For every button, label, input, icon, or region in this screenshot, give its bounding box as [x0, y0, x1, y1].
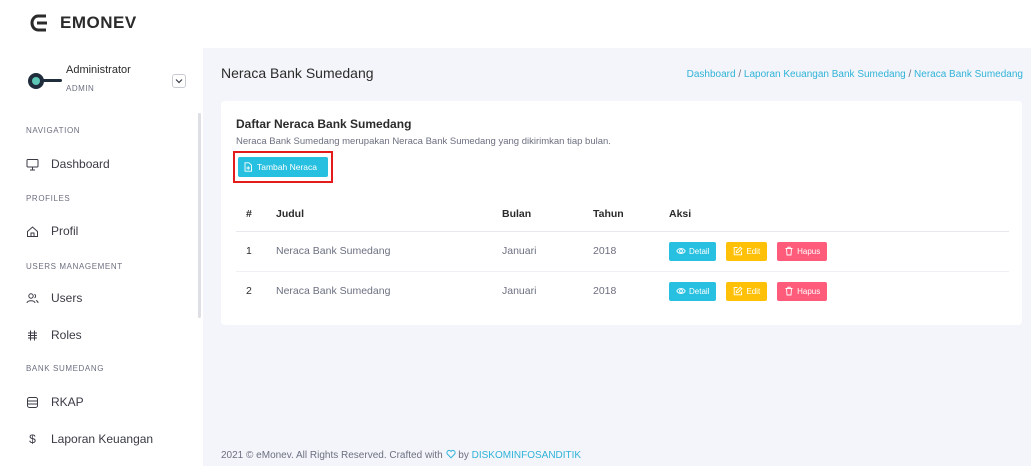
- sidebar-item-label: Roles: [51, 328, 82, 342]
- detail-button[interactable]: Detail: [669, 281, 717, 301]
- footer-by: by: [458, 450, 469, 461]
- heart-icon: [445, 449, 456, 462]
- cell-no: 1: [236, 231, 276, 272]
- cell-tahun: 2018: [593, 285, 617, 298]
- breadcrumb: Dashboard / Laporan Keuangan Bank Sumeda…: [687, 69, 1023, 80]
- detail-label: Detail: [689, 246, 710, 256]
- logo-text: EMONEV: [60, 13, 137, 32]
- user-role: ADMIN: [66, 84, 95, 93]
- user-name: Administrator: [66, 64, 131, 76]
- sidebar: Administrator ADMIN NAVIGATION Dashboard…: [0, 48, 203, 466]
- sidebar-item-users[interactable]: Users: [26, 287, 82, 309]
- dollar-icon: $: [29, 432, 36, 446]
- sidebar-item-label: Dashboard: [51, 157, 110, 171]
- top-bar: EMONEV: [0, 0, 1031, 48]
- users-icon: [26, 292, 39, 303]
- cell-tahun: 2018: [593, 231, 669, 272]
- tambah-neraca-button[interactable]: Tambah Neraca: [238, 157, 328, 177]
- trash-icon: [785, 287, 793, 296]
- sidebar-item-label: Laporan Keuangan: [51, 432, 154, 446]
- hapus-button[interactable]: Hapus: [777, 281, 828, 301]
- trash-icon: [785, 246, 793, 256]
- detail-button[interactable]: Detail: [669, 241, 717, 261]
- table-row: 1 Neraca Bank Sumedang Januari 2018 Deta…: [236, 231, 1009, 272]
- edit-button[interactable]: Edit: [726, 241, 768, 261]
- page-title: Neraca Bank Sumedang: [221, 65, 374, 81]
- eye-icon: [676, 288, 686, 295]
- home-icon: [27, 225, 38, 237]
- edit-button[interactable]: Edit: [726, 281, 768, 301]
- nav-heading-profiles: PROFILES: [26, 194, 71, 203]
- hapus-label: Hapus: [797, 246, 821, 256]
- nav-heading-navigation: NAVIGATION: [26, 126, 81, 135]
- nav-heading-bank-sumedang: BANK SUMEDANG: [26, 364, 105, 373]
- chevron-down-icon: [175, 79, 183, 84]
- nav-heading-users-management: USERS MANAGEMENT: [26, 262, 123, 271]
- breadcrumb-separator: /: [908, 69, 912, 80]
- neraca-card: Daftar Neraca Bank Sumedang Neraca Bank …: [221, 101, 1022, 325]
- hapus-label: Hapus: [797, 286, 821, 296]
- cell-aksi: Detail Edit Hapus: [669, 271, 1009, 311]
- table-header-row: # Judul Bulan Tahun Aksi: [236, 198, 1009, 232]
- breadcrumb-dashboard[interactable]: Dashboard: [687, 69, 736, 80]
- footer: 2021 © eMonev. All Rights Reserved. Craf…: [221, 449, 581, 462]
- column-header-aksi: Aksi: [669, 198, 1009, 232]
- tambah-neraca-label: Tambah Neraca: [257, 162, 318, 172]
- sidebar-item-laporan-keuangan[interactable]: $ Laporan Keuangan: [26, 428, 153, 450]
- hapus-button[interactable]: Hapus: [777, 241, 828, 261]
- breadcrumb-current: Neraca Bank Sumedang: [914, 69, 1023, 80]
- eye-icon: [676, 248, 686, 254]
- database-icon: [27, 396, 38, 408]
- footer-text: 2021 © eMonev. All Rights Reserved. Craf…: [221, 450, 443, 461]
- cell-bulan: Januari: [502, 285, 537, 298]
- column-header-judul: Judul: [276, 198, 502, 232]
- add-button-highlight: Tambah Neraca: [233, 151, 333, 183]
- monitor-icon: [26, 158, 39, 170]
- column-header-tahun: Tahun: [593, 198, 669, 232]
- card-title: Daftar Neraca Bank Sumedang: [236, 117, 412, 131]
- sidebar-item-label: Users: [51, 291, 83, 305]
- avatar-logo-tail: [40, 79, 62, 82]
- edit-icon: [734, 286, 743, 296]
- sidebar-item-label: RKAP: [51, 395, 84, 409]
- neraca-table: # Judul Bulan Tahun Aksi 1 Neraca Bank S…: [236, 198, 1009, 311]
- sidebar-item-label: Profil: [51, 224, 79, 238]
- user-panel[interactable]: Administrator ADMIN: [0, 48, 203, 106]
- sidebar-item-profil[interactable]: Profil: [26, 220, 78, 242]
- sidebar-item-roles[interactable]: Roles: [26, 324, 82, 346]
- grid-icon: [28, 330, 37, 340]
- sidebar-item-rkap[interactable]: RKAP: [26, 391, 84, 413]
- breadcrumb-separator: /: [738, 69, 742, 80]
- cell-no: 2: [246, 285, 252, 298]
- user-menu-toggle[interactable]: [172, 74, 186, 88]
- table-row: 2 Neraca Bank Sumedang Januari 2018 Deta…: [236, 271, 1009, 311]
- footer-credit-link[interactable]: DISKOMINFOSANDITIK: [472, 450, 581, 461]
- edit-label: Edit: [746, 286, 761, 296]
- breadcrumb-laporan-keuangan[interactable]: Laporan Keuangan Bank Sumedang: [744, 69, 906, 80]
- card-description: Neraca Bank Sumedang merupakan Neraca Ba…: [236, 136, 611, 147]
- app-logo[interactable]: EMONEV: [30, 12, 137, 34]
- file-plus-icon: [244, 162, 252, 172]
- cell-judul: Neraca Bank Sumedang: [276, 231, 502, 272]
- cell-aksi: Detail Edit Hapus: [669, 231, 1009, 272]
- detail-label: Detail: [689, 286, 710, 296]
- column-header-bulan: Bulan: [502, 198, 593, 232]
- sidebar-scrollbar[interactable]: [198, 113, 201, 318]
- cell-bulan: Januari: [502, 231, 593, 272]
- cell-judul: Neraca Bank Sumedang: [276, 285, 391, 298]
- logo-icon: [30, 14, 47, 32]
- edit-icon: [734, 246, 743, 256]
- sidebar-item-dashboard[interactable]: Dashboard: [26, 153, 110, 175]
- edit-label: Edit: [746, 246, 761, 256]
- column-header-no: #: [236, 198, 276, 232]
